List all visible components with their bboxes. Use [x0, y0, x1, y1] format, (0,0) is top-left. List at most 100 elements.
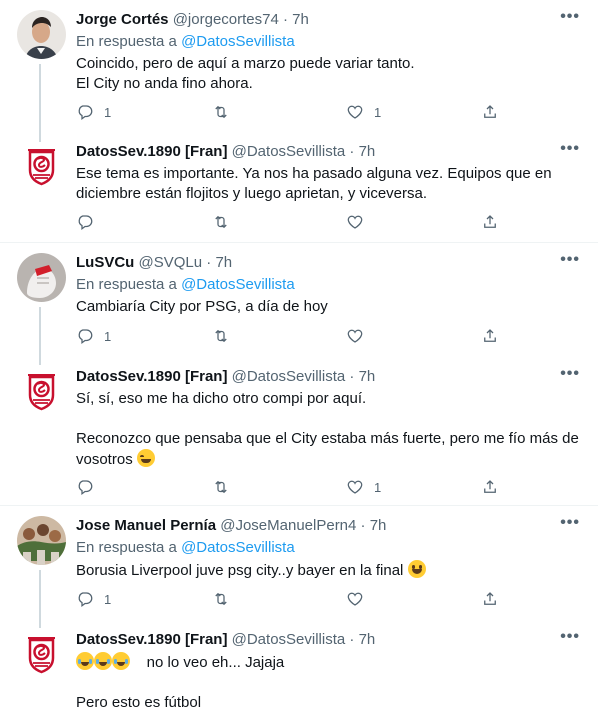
- retweet-icon: [212, 590, 230, 608]
- tears-of-joy-emoji-icon: [94, 652, 112, 670]
- avatar[interactable]: [17, 10, 66, 59]
- retweet-button[interactable]: [212, 590, 230, 608]
- tweet-line: Coincido, pero de aquí a marzo puede var…: [76, 55, 415, 72]
- thread-line: [39, 64, 41, 142]
- tweet-text: Coincido, pero de aquí a marzo puede var…: [76, 54, 586, 94]
- reply-icon: [76, 103, 94, 121]
- reply-prefix: En respuesta a: [76, 33, 177, 50]
- reply-prefix: En respuesta a: [76, 539, 177, 556]
- tweet-jorge-cortes[interactable]: Jorge Cortés @jorgecortes74 · 7h ••• En …: [0, 0, 598, 142]
- author-name[interactable]: LuSVCu: [76, 254, 134, 271]
- tweet-line: El City no anda fino ahora.: [76, 75, 253, 92]
- like-count: 1: [374, 104, 382, 120]
- reply-icon: [76, 478, 94, 496]
- author-handle[interactable]: @SVQLu: [139, 254, 203, 271]
- tweet-text: Cambiaría City por PSG, a día de hoy: [76, 297, 586, 317]
- reply-to-link[interactable]: @DatosSevillista: [181, 539, 295, 556]
- share-button[interactable]: [481, 103, 499, 121]
- reply-button[interactable]: [76, 478, 94, 496]
- reply-count: 1: [104, 328, 112, 344]
- like-button[interactable]: [346, 590, 364, 608]
- heart-icon: [346, 103, 364, 121]
- author-handle[interactable]: @DatosSevillista: [232, 631, 346, 648]
- like-button[interactable]: [346, 327, 364, 345]
- tweet-line-text: no lo veo eh... Jajaja: [146, 654, 285, 671]
- share-button[interactable]: [481, 590, 499, 608]
- timestamp[interactable]: 7h: [359, 631, 376, 648]
- retweet-button[interactable]: [212, 213, 230, 231]
- separator-dot: ·: [349, 143, 355, 160]
- reply-button[interactable]: 1: [76, 103, 111, 121]
- tweet-text: Ese tema es importante. Ya nos ha pasado…: [76, 164, 586, 204]
- timestamp[interactable]: 7h: [292, 11, 309, 28]
- more-options-icon[interactable]: •••: [560, 139, 580, 159]
- retweet-button[interactable]: [212, 478, 230, 496]
- avatar[interactable]: [17, 142, 66, 191]
- tweet-datossev-2[interactable]: DatosSev.1890 [Fran] @DatosSevillista · …: [0, 355, 598, 505]
- author-handle[interactable]: @DatosSevillista: [232, 368, 346, 385]
- share-icon: [481, 103, 499, 121]
- tweet-line: Pero esto es fútbol: [76, 694, 202, 711]
- retweet-icon: [212, 327, 230, 345]
- separator-dot: ·: [349, 631, 355, 648]
- tweet-line-text: Borusia Liverpool juve psg city..y bayer…: [76, 562, 404, 579]
- reply-button[interactable]: [76, 213, 94, 231]
- author-handle[interactable]: @jorgecortes74: [173, 11, 279, 28]
- author-name[interactable]: DatosSev.1890 [Fran]: [76, 143, 227, 160]
- like-count: 1: [374, 479, 382, 495]
- like-button[interactable]: 1: [346, 103, 381, 121]
- author-name[interactable]: DatosSev.1890 [Fran]: [76, 368, 227, 385]
- retweet-button[interactable]: [212, 327, 230, 345]
- author-name[interactable]: Jose Manuel Pernía: [76, 517, 216, 534]
- more-options-icon[interactable]: •••: [560, 627, 580, 647]
- tweet-line: no lo veo eh... Jajaja: [76, 652, 586, 673]
- tweet-lusvcu[interactable]: LuSVCu @SVQLu · 7h ••• En respuesta a @D…: [0, 243, 598, 365]
- share-button[interactable]: [481, 213, 499, 231]
- avatar[interactable]: [17, 516, 66, 565]
- retweet-button[interactable]: [212, 103, 230, 121]
- share-button[interactable]: [481, 327, 499, 345]
- more-options-icon[interactable]: •••: [560, 7, 580, 27]
- more-options-icon[interactable]: •••: [560, 364, 580, 384]
- reply-count: 1: [104, 104, 112, 120]
- avatar[interactable]: [17, 253, 66, 302]
- tweet-line: Borusia Liverpool juve psg city..y bayer…: [76, 560, 586, 581]
- heart-icon: [346, 213, 364, 231]
- avatar[interactable]: [17, 367, 66, 416]
- like-button[interactable]: 1: [346, 478, 381, 496]
- tweet-datossev-1[interactable]: DatosSev.1890 [Fran] @DatosSevillista · …: [0, 132, 598, 242]
- timestamp[interactable]: 7h: [359, 143, 376, 160]
- timestamp[interactable]: 7h: [370, 517, 387, 534]
- more-options-icon[interactable]: •••: [560, 250, 580, 270]
- author-handle[interactable]: @DatosSevillista: [232, 143, 346, 160]
- tweet-line: Cambiaría City por PSG, a día de hoy: [76, 298, 328, 315]
- avatar[interactable]: [17, 630, 66, 679]
- tweet-datossev-3[interactable]: DatosSev.1890 [Fran] @DatosSevillista · …: [0, 618, 598, 715]
- author-name[interactable]: Jorge Cortés: [76, 11, 169, 28]
- smiley-emoji-icon: [407, 560, 426, 578]
- timestamp[interactable]: 7h: [215, 254, 232, 271]
- timestamp[interactable]: 7h: [359, 368, 376, 385]
- reply-context: En respuesta a @DatosSevillista: [76, 32, 586, 52]
- heart-icon: [346, 327, 364, 345]
- share-button[interactable]: [481, 478, 499, 496]
- share-icon: [481, 213, 499, 231]
- author-name[interactable]: DatosSev.1890 [Fran]: [76, 631, 227, 648]
- tweet-jose-manuel[interactable]: Jose Manuel Pernía @JoseManuelPern4 · 7h…: [0, 506, 598, 628]
- reply-to-link[interactable]: @DatosSevillista: [181, 276, 295, 293]
- reply-to-link[interactable]: @DatosSevillista: [181, 33, 295, 50]
- author-handle[interactable]: @JoseManuelPern4: [220, 517, 356, 534]
- more-options-icon[interactable]: •••: [560, 513, 580, 533]
- retweet-icon: [212, 213, 230, 231]
- retweet-icon: [212, 103, 230, 121]
- reply-context: En respuesta a @DatosSevillista: [76, 538, 586, 558]
- share-icon: [481, 327, 499, 345]
- reply-button[interactable]: 1: [76, 327, 111, 345]
- reply-button[interactable]: 1: [76, 590, 111, 608]
- like-button[interactable]: [346, 213, 364, 231]
- reply-context: En respuesta a @DatosSevillista: [76, 275, 586, 295]
- tweet-line: vosotros: [76, 449, 586, 470]
- tweet-line-text: vosotros: [76, 451, 133, 468]
- tweet-line: [76, 409, 586, 429]
- reply-icon: [76, 213, 94, 231]
